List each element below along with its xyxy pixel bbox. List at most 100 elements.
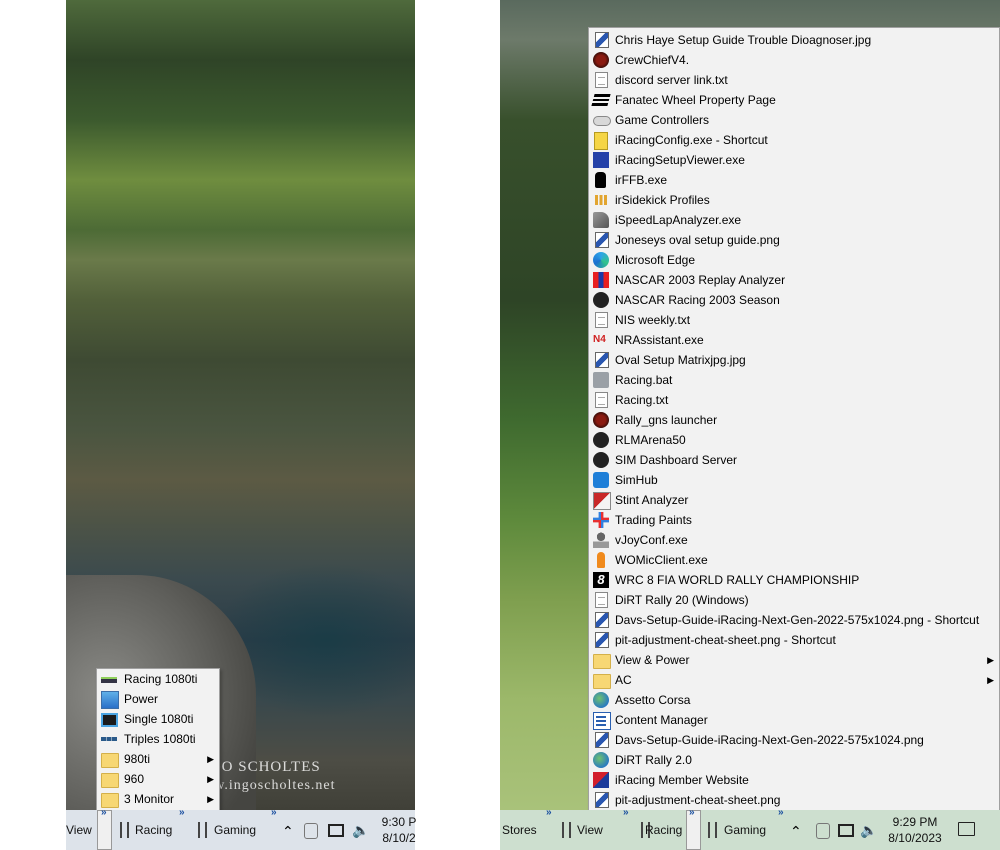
menu-item[interactable]: N4 NRAssistant.exe	[589, 330, 999, 350]
menu-item-label: iSpeedLapAnalyzer.exe	[615, 213, 742, 227]
chevron-icon: »	[101, 807, 106, 818]
setupviewer-icon	[593, 152, 609, 168]
menu-item-label: Trading Paints	[615, 513, 692, 527]
menu-item[interactable]: NIS weekly.txt	[589, 310, 999, 330]
menu-item-label: Fanatec Wheel Property Page	[615, 93, 776, 107]
content-manager-icon	[593, 712, 611, 730]
menu-item[interactable]: Joneseys oval setup guide.png	[589, 230, 999, 250]
menu-item[interactable]: Assetto Corsa	[589, 690, 999, 710]
wrc-icon: 8	[593, 572, 609, 588]
menu-item[interactable]: RLMArena50	[589, 430, 999, 450]
menu-item[interactable]: Racing.txt	[589, 390, 999, 410]
toolbar-grip[interactable]	[198, 822, 207, 838]
menu-item-label: Stint Analyzer	[615, 493, 689, 507]
menu-item[interactable]: iSpeedLapAnalyzer.exe	[589, 210, 999, 230]
menu-item-power[interactable]: Power	[97, 689, 219, 709]
stint-icon	[593, 492, 611, 510]
menu-item[interactable]: Racing.bat	[589, 370, 999, 390]
menu-item-single-1080ti[interactable]: Single 1080ti	[97, 709, 219, 729]
network-icon[interactable]	[838, 824, 854, 837]
chevron-icon[interactable]: »	[179, 807, 184, 818]
chevron-icon[interactable]: »	[546, 807, 551, 818]
menu-item-racing-1080ti[interactable]: Racing 1080ti	[97, 669, 219, 689]
toolbar-grip[interactable]	[562, 822, 571, 838]
clock[interactable]: 9:30 P 8/10/2	[374, 814, 424, 846]
tradingpaints-icon	[593, 512, 609, 528]
clock[interactable]: 9:29 PM 8/10/2023	[880, 814, 950, 846]
menu-item[interactable]: Stint Analyzer	[589, 490, 999, 510]
menu-item[interactable]: CrewChiefV4.	[589, 50, 999, 70]
menu-item[interactable]: Rally_gns launcher	[589, 410, 999, 430]
menu-item[interactable]: pit-adjustment-cheat-sheet.png	[589, 790, 999, 810]
text-file-icon	[595, 72, 608, 88]
menu-item-label: Racing.bat	[615, 373, 673, 387]
nascar-season-icon	[593, 292, 609, 308]
menu-item-label: Rally_gns launcher	[615, 413, 718, 427]
menu-item[interactable]: Oval Setup Matrixjpg.jpg	[589, 350, 999, 370]
plug-icon[interactable]	[816, 823, 830, 839]
menu-item-label: irFFB.exe	[615, 173, 668, 187]
menu-item[interactable]: NASCAR 2003 Replay Analyzer	[589, 270, 999, 290]
menu-item-960[interactable]: 960 ▶	[97, 769, 219, 789]
menu-item[interactable]: Chris Haye Setup Guide Trouble Dioagnose…	[589, 30, 999, 50]
folder-icon	[593, 674, 611, 689]
toolbar-racing-label[interactable]: Racing	[135, 810, 172, 850]
menu-item[interactable]: Fanatec Wheel Property Page	[589, 90, 999, 110]
monitor-line-icon	[101, 677, 117, 683]
menu-item[interactable]: Trading Paints	[589, 510, 999, 530]
volume-icon[interactable]: 🔈	[352, 821, 370, 839]
menu-item[interactable]: DiRT Rally 2.0	[589, 750, 999, 770]
menu-item[interactable]: discord server link.txt	[589, 70, 999, 90]
show-hidden-icons-icon[interactable]: ⌃	[282, 822, 300, 840]
toolbar-view-label[interactable]: View	[66, 810, 92, 850]
text-file-icon	[595, 392, 608, 408]
menu-item[interactable]: Game Controllers	[589, 110, 999, 130]
network-icon[interactable]	[328, 824, 344, 837]
menu-item[interactable]: SimHub	[589, 470, 999, 490]
toolbar-racing-label[interactable]: Racing	[645, 810, 682, 850]
menu-item[interactable]: View & Power ▶	[589, 650, 999, 670]
iracingconfig-icon	[594, 132, 608, 150]
menu-item-980ti[interactable]: 980ti ▶	[97, 749, 219, 769]
menu-item-label: DiRT Rally 2.0	[615, 753, 692, 767]
notifications-icon[interactable]	[958, 822, 975, 836]
menu-item[interactable]: iRacingSetupViewer.exe	[589, 150, 999, 170]
menu-item-label: WOMicClient.exe	[615, 553, 708, 567]
toolbar-gaming-label[interactable]: Gaming	[214, 810, 256, 850]
menu-item[interactable]: iRacing Member Website	[589, 770, 999, 790]
crewchief-icon	[593, 52, 609, 68]
menu-item-3-monitor[interactable]: 3 Monitor ▶	[97, 789, 219, 809]
menu-item[interactable]: DiRT Rally 20 (Windows)	[589, 590, 999, 610]
menu-item[interactable]: WOMicClient.exe	[589, 550, 999, 570]
menu-item[interactable]: SIM Dashboard Server	[589, 450, 999, 470]
menu-item[interactable]: Microsoft Edge	[589, 250, 999, 270]
toolbar-grip[interactable]	[708, 822, 717, 838]
chevron-icon[interactable]: »	[623, 807, 628, 818]
menu-item[interactable]: NASCAR Racing 2003 Season	[589, 290, 999, 310]
menu-item[interactable]: vJoyConf.exe	[589, 530, 999, 550]
toolbar-grip[interactable]	[120, 822, 129, 838]
menu-item[interactable]: pit-adjustment-cheat-sheet.png - Shortcu…	[589, 630, 999, 650]
chevron-icon[interactable]: »	[271, 807, 276, 818]
menu-item-label: irSidekick Profiles	[615, 193, 710, 207]
chevron-icon[interactable]: »	[778, 807, 783, 818]
volume-icon[interactable]: 🔈	[860, 821, 878, 839]
show-hidden-icons-icon[interactable]: ⌃	[790, 822, 808, 840]
plug-icon[interactable]	[304, 823, 318, 839]
menu-item[interactable]: Davs-Setup-Guide-iRacing-Next-Gen-2022-5…	[589, 730, 999, 750]
menu-item-label: Davs-Setup-Guide-iRacing-Next-Gen-2022-5…	[615, 613, 980, 627]
toolbar-view-label[interactable]: View	[577, 810, 603, 850]
blank-file-icon	[595, 592, 608, 608]
menu-item[interactable]: Content Manager	[589, 710, 999, 730]
menu-item-label: Racing.txt	[615, 393, 669, 407]
menu-item[interactable]: iRacingConfig.exe - Shortcut	[589, 130, 999, 150]
toolbar-stores-label[interactable]: Stores	[502, 810, 537, 850]
menu-item[interactable]: Davs-Setup-Guide-iRacing-Next-Gen-2022-5…	[589, 610, 999, 630]
toolbar-gaming-label[interactable]: Gaming	[724, 810, 766, 850]
submenu-arrow-icon: ▶	[207, 794, 214, 804]
menu-item[interactable]: AC ▶	[589, 670, 999, 690]
menu-item[interactable]: 8 WRC 8 FIA WORLD RALLY CHAMPIONSHIP	[589, 570, 999, 590]
menu-item[interactable]: irFFB.exe	[589, 170, 999, 190]
menu-item[interactable]: irSidekick Profiles	[589, 190, 999, 210]
menu-item-triples-1080ti[interactable]: Triples 1080ti	[97, 729, 219, 749]
